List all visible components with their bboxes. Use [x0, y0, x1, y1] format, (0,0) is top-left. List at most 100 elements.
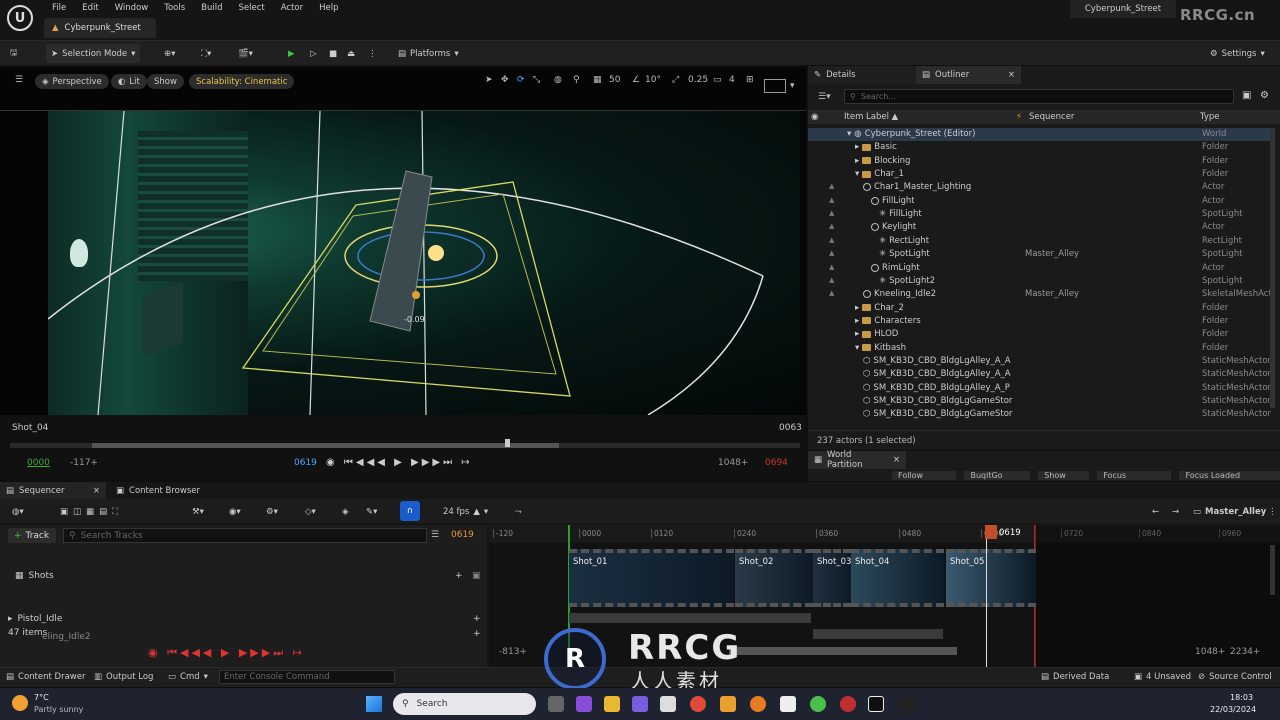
range-left[interactable]: -117+	[70, 458, 98, 468]
eject-icon[interactable]: ⏏	[347, 44, 355, 63]
scale-size[interactable]: 0.25	[688, 75, 708, 85]
add-content-button[interactable]: ⊕▾	[164, 44, 175, 63]
view-range-right[interactable]: 1048+	[1195, 647, 1225, 657]
expand-arrow-icon[interactable]: ▸	[855, 142, 859, 152]
unreal-logo-icon[interactable]: U	[7, 5, 33, 31]
chrome-icon-2[interactable]	[810, 696, 826, 712]
layout-icon[interactable]	[764, 79, 786, 93]
outliner-row[interactable]: ▾ Kitbash Folder	[808, 342, 1270, 355]
lock-icon[interactable]: ▲	[829, 209, 834, 217]
level-tab[interactable]: ▲ Cyberpunk_Street	[44, 18, 156, 38]
lock-icon[interactable]: ▲	[829, 236, 834, 244]
outliner-row[interactable]: ⬡ SM_KB3D_CBD_BldgLgGameStor StaticMeshAct…	[808, 408, 1271, 421]
search-tracks-input[interactable]: ⚲ Search Tracks	[63, 528, 427, 543]
wp-button[interactable]: Show Cell	[1038, 471, 1090, 480]
outliner-row[interactable]: ⬡ SM_KB3D_CBD_BldgLgGameStor StaticMeshAct…	[808, 395, 1271, 408]
file-explorer-icon[interactable]	[604, 696, 620, 712]
expand-arrow-icon[interactable]: ▸	[855, 329, 859, 339]
teams-icon[interactable]	[576, 696, 592, 712]
angle-size[interactable]: 10°	[645, 75, 661, 85]
item-label-header[interactable]: Item Label ▲	[844, 112, 898, 122]
start-frame[interactable]: 0000	[27, 458, 50, 468]
menu-item-edit[interactable]: Edit	[74, 2, 106, 15]
expand-arrow-icon[interactable]: ▸	[855, 303, 859, 313]
camera-speed-icon[interactable]: ▭	[713, 75, 722, 85]
menu-item-actor[interactable]: Actor	[273, 2, 311, 15]
show-button[interactable]: Show	[147, 74, 184, 89]
curve-editor-icon[interactable]: ⤳	[515, 502, 522, 521]
gear-icon[interactable]: ⚙	[1260, 90, 1269, 101]
end-frame-red[interactable]: 0694	[765, 458, 788, 468]
spotlight-icon[interactable]	[428, 245, 444, 261]
transport-controls[interactable]: ◉ ⏮◀◀◀ ▶ ▶▶▶⏭ ↦	[326, 457, 473, 468]
scrub-head[interactable]	[505, 439, 510, 447]
outliner-row[interactable]: ▲ FillLight Actor	[808, 195, 1270, 208]
wp-button[interactable]: Focus Selection	[1097, 471, 1172, 480]
menu-item-window[interactable]: Window	[107, 2, 157, 15]
output-log-button[interactable]: ▥ Output Log	[94, 672, 153, 682]
derived-data-button[interactable]: ▤ Derived Data	[1041, 672, 1109, 682]
brush-icon[interactable]: ✎▾	[366, 502, 377, 521]
step-icon[interactable]: ▷	[310, 44, 317, 63]
menu-item-tools[interactable]: Tools	[156, 2, 193, 15]
shot-clip[interactable]: Shot_01	[569, 549, 734, 607]
anim-clip[interactable]	[569, 613, 811, 623]
range-right[interactable]: 1048+	[718, 458, 748, 468]
add-track-button[interactable]: + Track	[8, 528, 56, 543]
forward-icon[interactable]: →	[1172, 502, 1179, 521]
outliner-row[interactable]: ▲ ✳ SpotLight Master_Alley SpotLight	[808, 248, 1270, 261]
outliner-row[interactable]: ⬡ SM_KB3D_CBD_BldgLgAlley_A_A StaticMeshAc…	[808, 355, 1271, 368]
unsaved-button[interactable]: ▣ 4 Unsaved	[1134, 672, 1191, 682]
outliner-row[interactable]: ▾ Char_1 Folder	[808, 168, 1270, 181]
sequencer-action-icons[interactable]: ▣◫▦▤⛶	[60, 502, 123, 521]
world-icon[interactable]: ◍▾	[12, 502, 24, 521]
key-tools-icon[interactable]: ⚒▾	[192, 502, 204, 521]
lock-icon[interactable]: ▲	[829, 276, 834, 284]
expand-arrow-icon[interactable]: ▾	[847, 129, 851, 139]
pistol-track[interactable]: ▸ Pistol_Idle	[8, 614, 62, 624]
view-range-scrollbar[interactable]	[729, 647, 957, 655]
epic-games-icon[interactable]	[898, 696, 914, 712]
scale-snap-icon[interactable]: ⤢	[672, 75, 679, 85]
scrub-range[interactable]	[92, 443, 559, 448]
shots-track[interactable]: ▦ Shots	[15, 571, 54, 581]
timeline-scrollbar[interactable]	[1270, 545, 1275, 595]
taskbar-search[interactable]: ⚲ Search	[393, 693, 536, 715]
outliner-row[interactable]: ▲ ✳ FillLight SpotLight	[808, 208, 1270, 221]
magnet-icon[interactable]: ∩	[400, 501, 420, 521]
menu-item-build[interactable]: Build	[193, 2, 230, 15]
lit-button[interactable]: ◐ Lit	[111, 74, 147, 89]
folder-add-icon[interactable]: ▣	[1242, 90, 1251, 101]
menu-item-help[interactable]: Help	[311, 2, 346, 15]
outliner-row[interactable]: ▸ Char_2 Folder	[808, 302, 1270, 315]
chevron-down-icon[interactable]: ▾	[790, 81, 795, 91]
shot-clip[interactable]: Shot_05	[946, 549, 1036, 607]
more-options-icon[interactable]: ⋮	[1268, 502, 1277, 521]
sequence-breadcrumb[interactable]: ▭ Master_Alley	[1193, 502, 1266, 521]
lock-icon[interactable]: ▲	[829, 196, 834, 204]
add-shot-icon[interactable]: +	[455, 571, 463, 581]
scale-tool-icon[interactable]: ⤡	[533, 75, 540, 85]
film-icon[interactable]: ▣	[472, 571, 481, 581]
view-icon[interactable]: ◉▾	[229, 502, 241, 521]
fps-dropdown[interactable]: 24 fps ▲ ▾	[443, 502, 488, 521]
wp-button[interactable]: BuqitGo Load	[964, 471, 1031, 480]
shot-clip[interactable]: Shot_02	[735, 549, 813, 607]
key-icon[interactable]: ◇▾	[305, 502, 316, 521]
lock-icon[interactable]: ▲	[829, 222, 834, 230]
tab-world-partition[interactable]: ▦ World Partition ×	[808, 450, 906, 470]
outliner-row[interactable]: ▲ Char1_Master_Lighting Actor	[808, 181, 1270, 194]
grid-size[interactable]: 50	[609, 75, 620, 85]
chrome-icon[interactable]	[690, 696, 706, 712]
playhead-line[interactable]	[986, 539, 987, 667]
outliner-row[interactable]: ▾ ◍ Cyberpunk_Street (Editor) World	[808, 128, 1270, 142]
tab-sequencer[interactable]: ▤ Sequencer ×	[0, 482, 106, 500]
play-icon[interactable]: ▶	[288, 44, 295, 63]
source-control-button[interactable]: ⊘ Source Control	[1198, 672, 1272, 682]
cmd-dropdown[interactable]: ▭ Cmd ▾	[168, 672, 208, 682]
lock-icon[interactable]: ▲	[829, 182, 834, 190]
menu-item-file[interactable]: File	[44, 2, 74, 15]
add-icon[interactable]: +	[473, 614, 481, 624]
anim-clip[interactable]	[813, 629, 943, 639]
view-range-end[interactable]: 2234+	[1230, 647, 1260, 657]
